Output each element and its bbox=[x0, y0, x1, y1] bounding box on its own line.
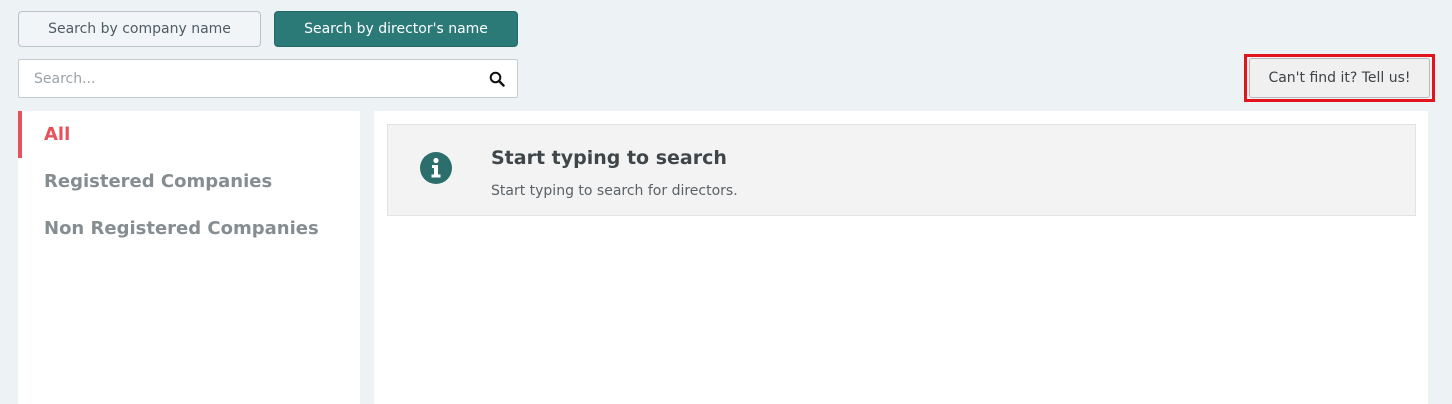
search-icon[interactable] bbox=[477, 60, 517, 97]
search-input[interactable] bbox=[19, 60, 477, 97]
search-field bbox=[18, 59, 518, 98]
notice-title: Start typing to search bbox=[491, 147, 727, 169]
info-circle-icon bbox=[419, 151, 453, 185]
results-panel: Start typing to search Start typing to s… bbox=[374, 111, 1428, 404]
empty-state-notice: Start typing to search Start typing to s… bbox=[387, 124, 1416, 216]
notice-text: Start typing to search for directors. bbox=[491, 183, 738, 199]
sidebar-item-all[interactable]: All bbox=[18, 111, 360, 158]
search-by-company-button[interactable]: Search by company name bbox=[18, 11, 261, 47]
sidebar-item-registered-companies[interactable]: Registered Companies bbox=[18, 158, 360, 205]
sidebar-item-non-registered-companies[interactable]: Non Registered Companies bbox=[18, 205, 360, 252]
sidebar: All Registered Companies Non Registered … bbox=[18, 111, 360, 404]
cant-find-it-button[interactable]: Can't find it? Tell us! bbox=[1249, 58, 1430, 98]
search-by-director-button[interactable]: Search by director's name bbox=[274, 11, 518, 47]
